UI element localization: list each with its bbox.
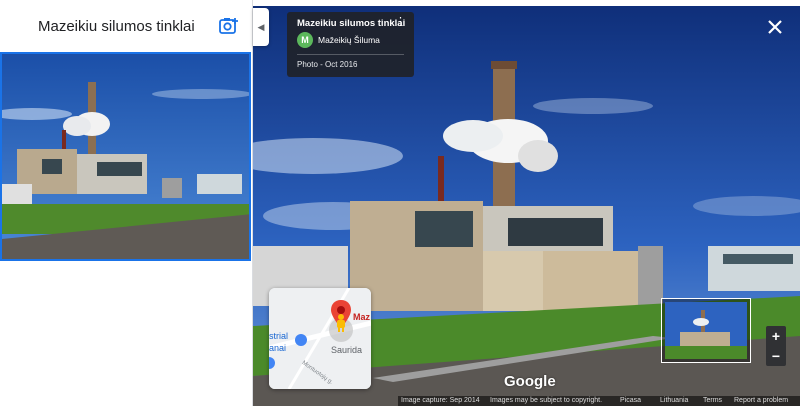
capture-date: Image capture: Sep 2014 — [401, 397, 480, 404]
panel-header: Mazeikiu silumos tinklai — [0, 0, 252, 50]
minimap-label-industrial-2: anai — [269, 343, 287, 353]
close-icon[interactable] — [766, 18, 784, 36]
report-problem-link[interactable]: Report a problem — [734, 397, 788, 404]
minimap-label-saurida: Saurida — [331, 345, 363, 355]
minimap-label-place: Maz — [353, 312, 371, 322]
more-options-icon[interactable]: ⋮ — [395, 17, 406, 28]
source-picasa[interactable]: Picasa — [620, 397, 641, 404]
minimap-label-industrial: strial — [269, 331, 289, 341]
minimap[interactable]: Maz Saurida strial anai Montuotojų g. — [269, 288, 371, 389]
zoom-out-button[interactable]: − — [766, 346, 786, 366]
photo-thumbnail[interactable] — [0, 52, 251, 261]
chevron-left-icon: ◀ — [257, 21, 265, 32]
thumbnail-image — [2, 54, 249, 259]
photo-info-card: Mazeikiu silumos tinklai ⋮ M Mažeikių Ši… — [287, 12, 414, 77]
google-logo: Google — [504, 373, 556, 390]
author-avatar[interactable]: M — [297, 32, 313, 48]
overview-thumbnail[interactable] — [661, 298, 751, 363]
place-name[interactable]: Mazeikiu silumos tinklai — [297, 18, 405, 29]
zoom-control: + − — [766, 326, 786, 366]
zoom-in-button[interactable]: + — [766, 326, 786, 346]
terms-link[interactable]: Terms — [703, 397, 722, 404]
attribution-footer: Image capture: Sep 2014 Images may be su… — [398, 396, 800, 406]
side-panel: Mazeikiu silumos tinklai — [0, 0, 253, 406]
add-photo-camera-icon[interactable] — [219, 17, 239, 35]
photo-date: Photo - Oct 2016 — [297, 60, 358, 69]
maps-photo-viewer: Mazeikiu silumos tinklai ◀ Mazeikiu silu… — [0, 0, 800, 406]
panel-title: Mazeikiu silumos tinklai — [38, 18, 195, 35]
divider — [297, 54, 404, 55]
region-link[interactable]: Lithuania — [660, 397, 688, 404]
copyright-notice: Images may be subject to copyright. — [490, 397, 603, 404]
author-name[interactable]: Mažeikių Šiluma — [318, 35, 380, 45]
pegman-icon[interactable] — [335, 314, 347, 332]
collapse-panel-button[interactable]: ◀ — [253, 8, 269, 46]
overview-image — [665, 302, 747, 359]
